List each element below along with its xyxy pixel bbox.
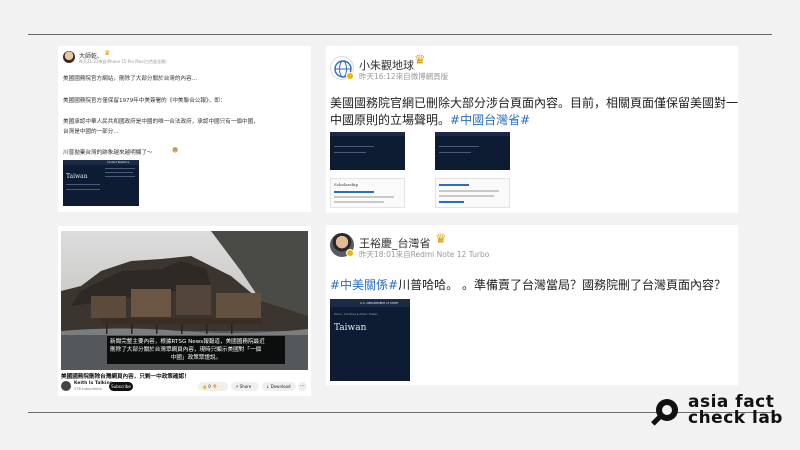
caption-line-1: 新聞完整主要內容，根據RTSG News報報道，美國國務院最近 (110, 339, 265, 345)
verified-badge-icon (346, 249, 354, 257)
thumbnail-breadcrumb: Home › Countries & Areas › Taiwan (334, 313, 378, 316)
post-meta: 昨天16:12來自微博網頁版 (359, 72, 449, 81)
top-divider (28, 34, 772, 35)
video-title[interactable]: 美國國務院刪除台灣網頁內容，只剩一中政策確認！ (61, 372, 190, 380)
avatar[interactable] (63, 51, 75, 63)
post-text: 中國原則的立場聲明。 (330, 113, 451, 127)
screenshot-thumbnail-1[interactable] (330, 132, 405, 170)
video-card[interactable]: 新聞完整主要內容，根據RTSG News報報道，美國國務院最近 刪除了大部分關於… (58, 226, 311, 396)
share-button[interactable]: ↗ Share (231, 382, 259, 391)
download-icon: ↓ (266, 384, 270, 389)
like-button[interactable]: 👍 0 👎 (198, 382, 228, 391)
post-card-weibo-2[interactable]: 小朱觀地球 ♛ 昨天16:12來自微博網頁版 美國國務院官網已刪除大部分涉台頁面… (326, 46, 738, 213)
hashtag-link[interactable]: #中國台灣省# (450, 113, 530, 127)
screenshot-thumbnail[interactable]: U.S. DEPARTMENT of STATE Home › Countrie… (330, 299, 410, 381)
thumbnail-header: Content Relations (107, 161, 130, 164)
post-text-line-1: 美國國務院官方網站，刪除了大部分關於台灣的內容... (63, 76, 197, 82)
video-caption-overlay: 新聞完整主要內容，根據RTSG News報報道，美國國務院最近 刪除了大部分關於… (107, 336, 285, 364)
channel-name[interactable]: Keith Is Talking (74, 381, 113, 386)
thumbnail-heading: Scholarship (334, 182, 359, 187)
thumbnail-title: Taiwan (66, 173, 88, 180)
asia-fact-check-lab-logo: asia fact check lab (648, 394, 782, 434)
caption-line-2: 刪除了大部分關於台灣眾網頁內容，現時只顯示美國對「一個 (110, 347, 262, 353)
thumbnail-title: Taiwan (334, 323, 367, 333)
thumbs-up-icon: 👍 (202, 384, 207, 389)
post-text-line-1: 美國國務院官網已刪除大部分涉台頁面內容。目前，相關頁面僅保留美國對一個 (330, 96, 738, 110)
screenshot-thumbnail[interactable]: Content Relations Taiwan (63, 160, 139, 206)
download-button[interactable]: ↓ Download (262, 382, 296, 391)
crown-icon: ♛ (414, 53, 426, 68)
screenshot-thumbnail-3[interactable]: Scholarship (330, 178, 405, 208)
post-card-weibo-3[interactable]: 王裕慶_台灣省 ♛ 昨天18:01來自Redmi Note 12 Turbo #… (326, 225, 738, 385)
channel-avatar[interactable] (61, 381, 71, 391)
post-text-line-2: 美國國務院官方僅保留1979年中美簽署的《中美聯合公報》，即： (63, 98, 226, 104)
share-icon: ↗ (235, 384, 239, 389)
thumbs-down-icon: 👎 (212, 384, 218, 389)
post-text-line-5: 川普拋棄台灣的跡象越來越明顯了～ (63, 150, 153, 156)
post-card-weibo-1[interactable]: 大師乾、 ♛ 昨天21:22來自iPhone 15 Pro Max(白色鈦金屬)… (58, 46, 311, 212)
more-options-button[interactable]: ⋯ (298, 382, 307, 391)
verified-badge-icon (346, 72, 354, 80)
post-text: #中美關係#川普哈哈。 。準備賣了台灣當局？國務院刪了台灣頁面內容？ (330, 276, 726, 293)
subscribe-button[interactable]: Subscribe (109, 382, 133, 391)
crown-icon: ♛ (435, 232, 447, 247)
post-text-line-3: 美國承認中華人民共和國政府是中國的唯一合法政府，承認中國只有一個中國， (63, 119, 259, 125)
magnifier-logo-icon (651, 399, 678, 426)
caption-line-3: 中國」政策眾證說。 (170, 355, 222, 361)
post-meta: 昨天21:22來自iPhone 15 Pro Max(白色鈦金屬) (79, 59, 167, 64)
screenshot-thumbnail-2[interactable] (435, 132, 510, 170)
post-text-line-4: 台灣是中國的一部分... (63, 129, 119, 135)
crown-icon: ♛ (104, 49, 111, 57)
hashtag-link[interactable]: #中美關係# (330, 278, 398, 292)
like-count: 0 (208, 384, 211, 389)
post-text-line-2: 中國原則的立場聲明。#中國台灣省# (330, 111, 530, 128)
logo-text-line-2: check lab (688, 408, 783, 428)
thumbnail-header: U.S. DEPARTMENT of STATE (360, 301, 399, 305)
sticker-icon: ☻ (172, 147, 179, 154)
subscriber-count: 378 subscribers (74, 387, 102, 391)
post-meta: 昨天18:01來自Redmi Note 12 Turbo (359, 250, 490, 259)
post-text-body: 川普哈哈。 。準備賣了台灣當局？國務院刪了台灣頁面內容？ (398, 278, 726, 292)
screenshot-thumbnail-4[interactable] (435, 178, 510, 208)
